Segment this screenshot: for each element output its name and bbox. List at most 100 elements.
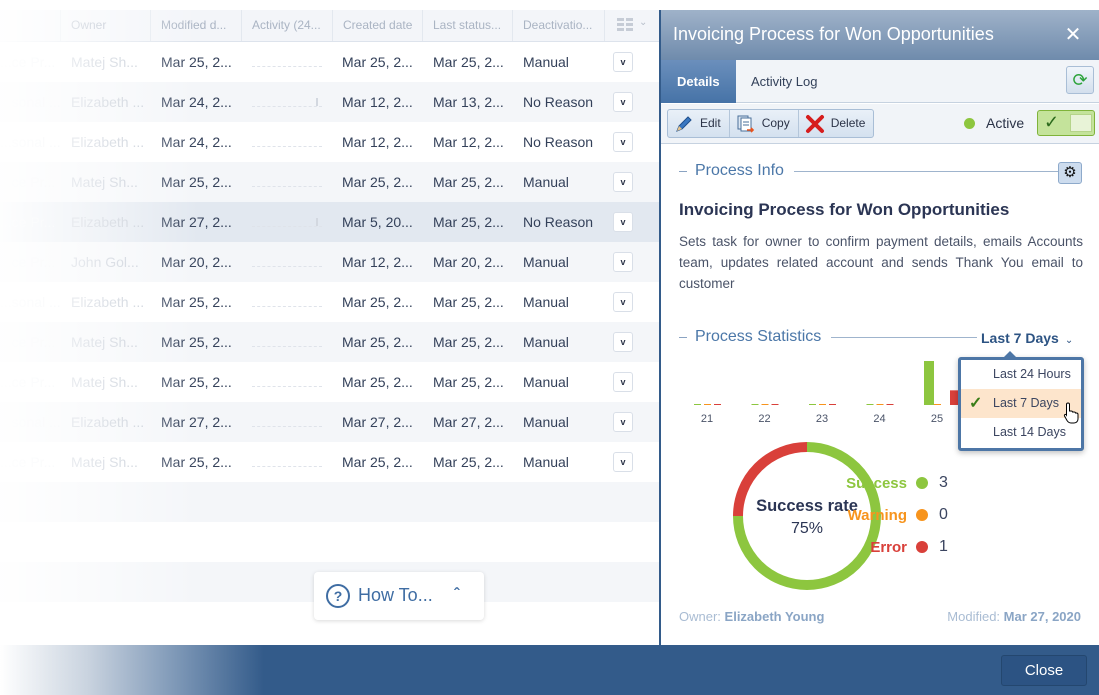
legend-count: 3 — [939, 474, 948, 491]
row-actions-button[interactable]: v — [613, 372, 633, 392]
close-icon[interactable]: ✕ — [1059, 22, 1087, 48]
cell-name: ...sonal ... — [0, 294, 60, 310]
table-row[interactable]: ...sonal ... Elizabeth ... Mar 27, 2... Mar… — [0, 402, 660, 442]
period-option-24h[interactable]: Last 24 Hours — [961, 360, 1081, 389]
cell-owner: Elizabeth ... — [71, 94, 145, 110]
cell-owner: Matej Sh... — [71, 374, 138, 390]
chevron-down-icon: v — [620, 217, 626, 227]
tab-details[interactable]: Details — [661, 60, 736, 103]
cell-created: Mar 27, 2... — [342, 414, 413, 430]
owner-name: Elizabeth Young — [724, 609, 825, 624]
chevron-down-icon: v — [620, 297, 626, 307]
owner-info: Owner: Elizabeth Young — [679, 609, 824, 624]
refresh-icon: ⟳ — [1072, 70, 1088, 90]
cell-deactivation: Manual — [523, 454, 569, 470]
table-row[interactable]: ...ce Pr... Matej Sh... Mar 25, 2... Mar 25… — [0, 42, 660, 82]
chevron-down-icon: v — [620, 377, 626, 387]
cell-deactivation: Manual — [523, 374, 569, 390]
activity-sparkline — [252, 386, 322, 387]
activity-sparkline — [252, 66, 322, 67]
row-actions-button[interactable]: v — [613, 332, 633, 352]
table-row[interactable]: ...sonal ... Elizabeth ... Mar 24, 2... Mar… — [0, 122, 660, 162]
cell-last-status: Mar 25, 2... — [433, 54, 504, 70]
cell-modified: Mar 25, 2... — [161, 374, 232, 390]
cell-last-status: Mar 13, 2... — [433, 94, 504, 110]
hand-cursor-icon — [1063, 402, 1079, 424]
row-actions-button[interactable]: v — [613, 52, 633, 72]
row-actions-button[interactable]: v — [613, 172, 633, 192]
column-header-last-status[interactable]: Last status... — [422, 10, 512, 41]
edit-label: Edit — [700, 116, 721, 130]
activity-spike — [316, 98, 318, 106]
chevron-down-icon: v — [620, 337, 626, 347]
cell-name: ...sonal ... — [0, 94, 60, 110]
process-description: Sets task for owner to confirm payment d… — [679, 234, 1083, 291]
cell-owner: Matej Sh... — [71, 454, 138, 470]
refresh-button[interactable]: ⟳ — [1066, 66, 1094, 94]
row-actions-button[interactable]: v — [613, 212, 633, 232]
period-select[interactable]: Last 7 Days ⌄ — [981, 330, 1073, 346]
activity-sparkline — [252, 346, 322, 347]
cell-created: Mar 25, 2... — [342, 454, 413, 470]
delete-button[interactable]: Delete — [799, 110, 874, 137]
table-row[interactable]: ...sonal ... Elizabeth ... Mar 24, 2... Mar… — [0, 82, 660, 122]
cell-modified: Mar 25, 2... — [161, 54, 232, 70]
chevron-down-icon: v — [620, 417, 626, 427]
column-header-modified[interactable]: Modified d... — [150, 10, 241, 41]
table-row[interactable]: ...ce Pr... Matej Sh... Mar 25, 2... Mar 25… — [0, 362, 660, 402]
table-row[interactable]: ...ce Pr... Matej Sh... Mar 25, 2... Mar 25… — [0, 162, 660, 202]
row-actions-button[interactable]: v — [613, 132, 633, 152]
process-statistics-heading-text: Process Statistics — [695, 328, 822, 345]
settings-button[interactable]: ⚙ — [1058, 162, 1082, 184]
tab-activity-log[interactable]: Activity Log — [735, 60, 833, 103]
row-actions-button[interactable]: v — [613, 452, 633, 472]
table-row[interactable]: ...ce Pr... John Gol... Mar 20, 2... Mar 12… — [0, 242, 660, 282]
delete-x-icon — [805, 114, 825, 134]
legend-success: Success 3 — [807, 473, 948, 493]
legend-label: Error — [870, 538, 907, 556]
cell-created: Mar 25, 2... — [342, 374, 413, 390]
column-header-created[interactable]: Created date — [332, 10, 422, 41]
cell-owner: Elizabeth ... — [71, 134, 145, 150]
table-row[interactable]: ...ce Pr... Matej Sh... Mar 25, 2... Mar 25… — [0, 442, 660, 482]
table-row[interactable]: ...ce Pr... Matej Sh... Mar 25, 2... Mar 25… — [0, 322, 660, 362]
row-actions-button[interactable]: v — [613, 252, 633, 272]
cell-last-status: Mar 25, 2... — [433, 454, 504, 470]
column-header-owner[interactable]: Owner — [60, 10, 150, 41]
legend-warning: Warning 0 — [807, 505, 948, 525]
toggle-knob[interactable] — [1070, 114, 1092, 132]
column-header-activity[interactable]: Activity (24... — [241, 10, 332, 41]
bar-warning-22 — [761, 404, 769, 405]
column-chooser-button[interactable]: ⌄ — [604, 10, 654, 41]
activity-sparkline — [252, 146, 322, 147]
copy-button[interactable]: Copy — [730, 110, 799, 137]
cell-last-status: Mar 12, 2... — [433, 134, 504, 150]
modified-label: Modified: — [947, 609, 1001, 624]
row-actions-button[interactable]: v — [613, 92, 633, 112]
close-button[interactable]: Close — [1001, 655, 1087, 686]
chevron-down-icon: v — [620, 457, 626, 467]
edit-button[interactable]: Edit — [668, 110, 730, 137]
panel-tabs: Details Activity Log — [661, 60, 1099, 103]
modified-info: Modified: Mar 27, 2020 — [947, 609, 1081, 624]
cell-name: ...ce Pr... — [0, 214, 56, 230]
cell-owner: Elizabeth ... — [71, 414, 145, 430]
how-to-button[interactable]: ? How To... ˆ — [314, 572, 484, 620]
bar-warning-24 — [876, 404, 884, 405]
x-tick-label: 22 — [758, 413, 770, 425]
table-row[interactable]: ...sonal ... Elizabeth ... Mar 25, 2... Mar… — [0, 282, 660, 322]
copy-label: Copy — [761, 116, 790, 130]
action-button-group: Edit Copy Delete — [667, 109, 875, 138]
row-actions-button[interactable]: v — [613, 292, 633, 312]
legend-count: 1 — [939, 538, 948, 555]
row-actions-button[interactable]: v — [613, 412, 633, 432]
cell-deactivation: No Reason — [523, 134, 594, 150]
process-statistics-heading: Process Statistics — [679, 328, 978, 346]
period-option-label: Last 24 Hours — [993, 367, 1071, 381]
cell-modified: Mar 25, 2... — [161, 334, 232, 350]
panel-toolbar: Edit Copy Delete Active ✓ — [661, 104, 1099, 144]
column-header-deactivation[interactable]: Deactivatio... — [512, 10, 604, 41]
table-row[interactable]: ...ce Pr... Elizabeth ... Mar 27, 2... Mar … — [0, 202, 660, 242]
active-toggle[interactable]: ✓ — [1037, 110, 1095, 136]
activity-sparkline — [252, 226, 322, 227]
